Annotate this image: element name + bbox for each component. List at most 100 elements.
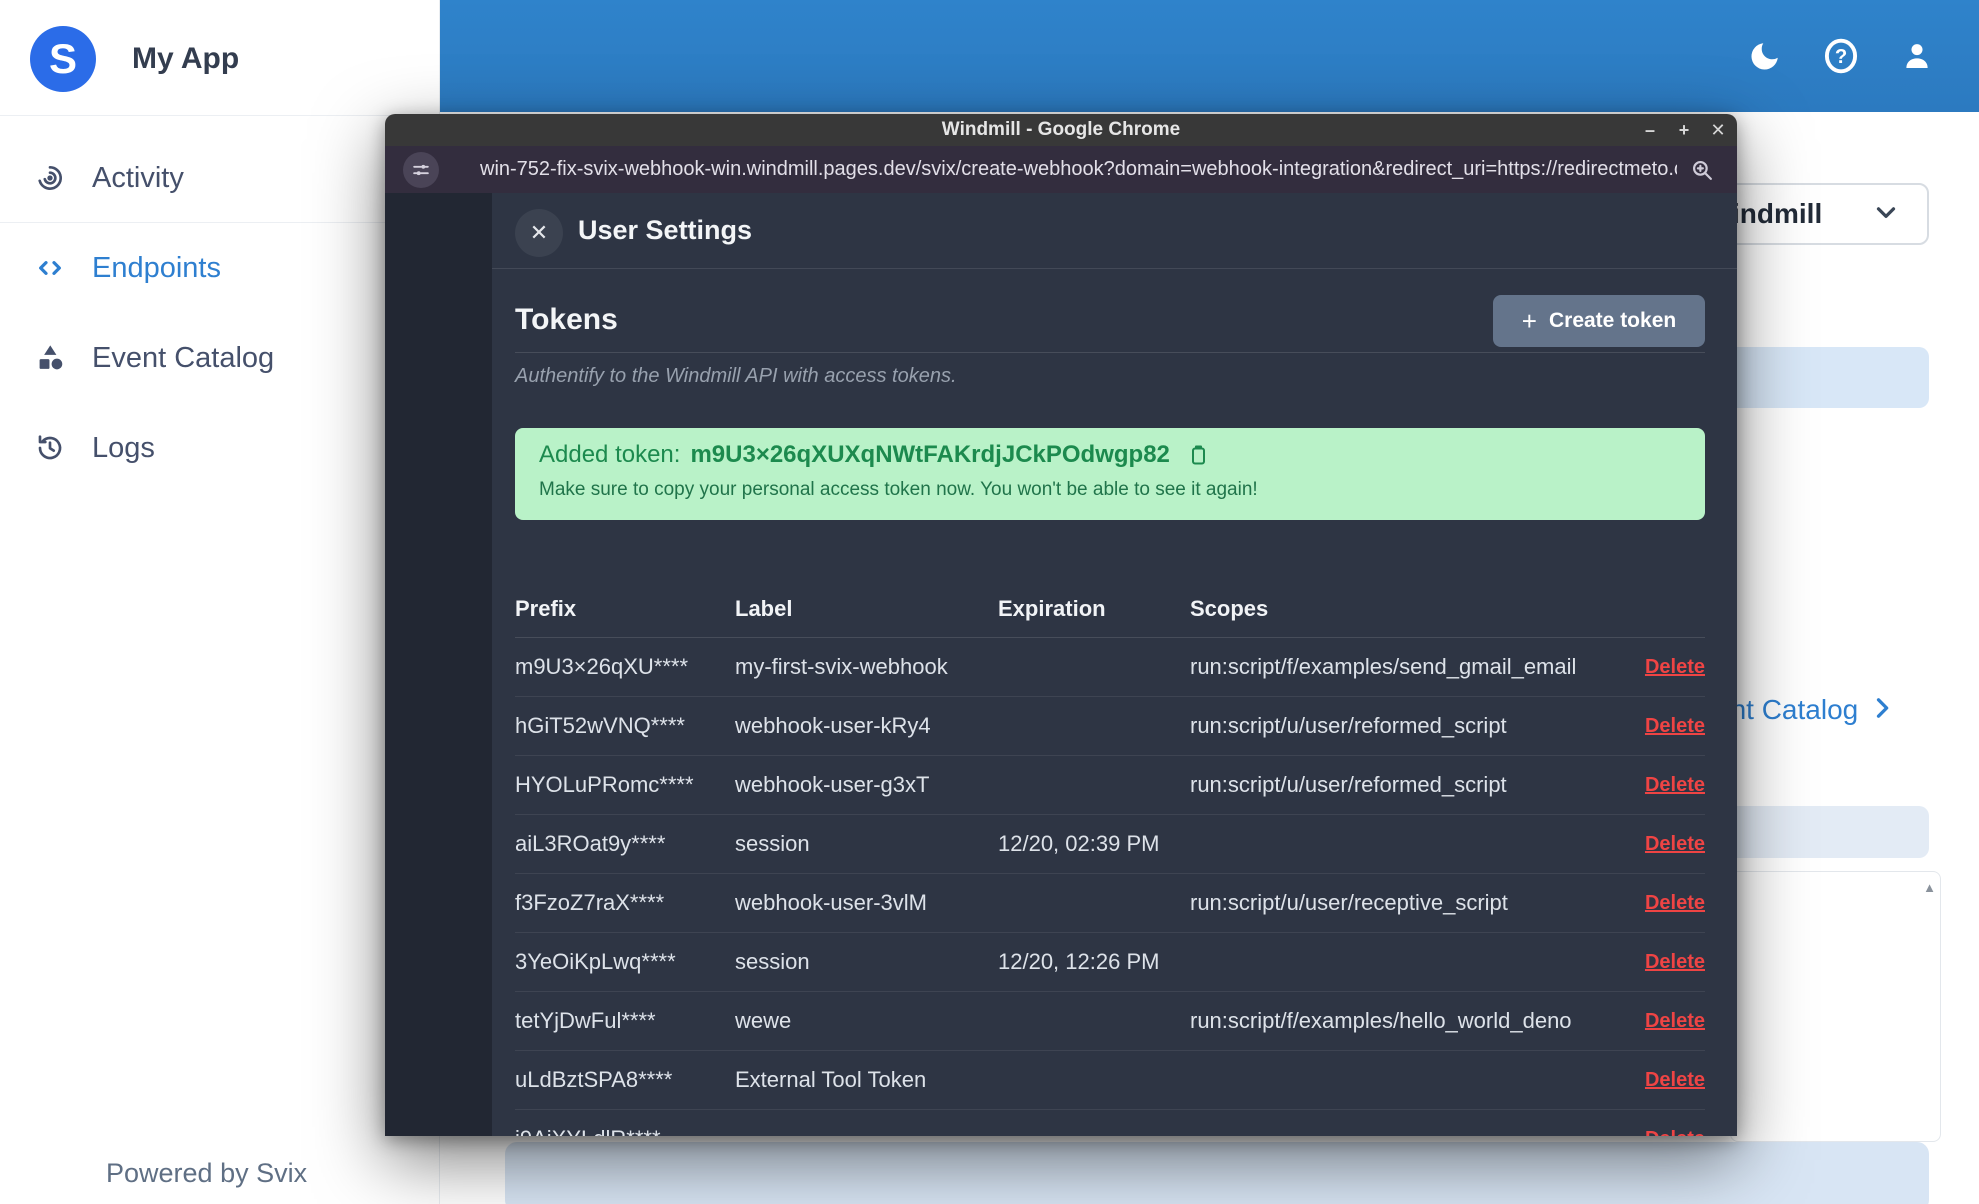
shapes-icon <box>34 342 66 374</box>
token-scopes: run:script/u/user/reformed_script <box>1190 713 1507 738</box>
token-scopes: run:script/f/examples/send_gmail_email <box>1190 654 1577 679</box>
chevron-right-icon <box>1868 694 1896 727</box>
token-value: m9U3×26qXUXqNWtFAKrdjJCkPOdwgp82 <box>690 441 1170 468</box>
drawer-title: User Settings <box>578 215 753 245</box>
table-row: hGiT52wVNQ**** webhook-user-kRy4 run:scr… <box>515 697 1705 756</box>
token-label: my-first-svix-webhook <box>735 654 948 679</box>
table-row: HYOLuPRomc**** webhook-user-g3xT run:scr… <box>515 756 1705 815</box>
token-prefix: f3FzoZ7raX**** <box>515 890 665 915</box>
sidebar: S My App Activity Endpoints Event Catalo… <box>0 0 440 1204</box>
window-title: Windmill - Google Chrome <box>941 119 1181 140</box>
divider <box>492 268 1737 269</box>
screen: S My App Activity Endpoints Event Catalo… <box>0 0 1979 1204</box>
table-row: uLdBztSPA8**** External Tool Token Delet… <box>515 1051 1705 1110</box>
token-copy-warning: Make sure to copy your personal access t… <box>539 479 1258 500</box>
token-prefix: HYOLuPRomc**** <box>515 772 694 797</box>
token-prefix: tetYjDwFul**** <box>515 1008 656 1033</box>
delete-token-link[interactable]: Delete <box>1645 1128 1705 1137</box>
table-body: m9U3×26qXU**** my-first-svix-webhook run… <box>515 638 1705 1136</box>
chevron-down-icon <box>1871 197 1901 232</box>
token-scopes: run:script/f/examples/hello_world_deno <box>1190 1008 1572 1033</box>
user-icon[interactable] <box>1899 38 1935 74</box>
tokens-table: Prefix Label Expiration Scopes m9U3×26qX… <box>515 580 1705 1136</box>
history-icon <box>34 432 66 464</box>
delete-token-link[interactable]: Delete <box>1645 1010 1705 1033</box>
delete-token-link[interactable]: Delete <box>1645 833 1705 856</box>
site-settings-icon[interactable] <box>403 152 439 188</box>
token-scopes: run:script/u/user/reformed_script <box>1190 772 1507 797</box>
table-row: i9AiXYLdlR**** ... Delete <box>515 1110 1705 1136</box>
scrollbar-up-arrow[interactable]: ▲ <box>1923 880 1936 895</box>
activity-icon <box>34 162 66 194</box>
maximize-button[interactable]: + <box>1672 118 1696 142</box>
token-prefix: aiL3ROat9y**** <box>515 831 666 856</box>
sidebar-item-label: Logs <box>92 431 155 464</box>
table-row: 3YeOiKpLwq**** session 12/20, 12:26 PM D… <box>515 933 1705 992</box>
powered-by-svix: Powered by Svix <box>106 1158 308 1188</box>
delete-token-link[interactable]: Delete <box>1645 715 1705 738</box>
code-brackets-icon <box>34 252 66 284</box>
dark-mode-moon-icon[interactable] <box>1747 38 1783 74</box>
header-prefix: Prefix <box>515 595 577 621</box>
token-label: webhook-user-kRy4 <box>735 713 931 738</box>
added-token-banner: Added token: m9U3×26qXUXqNWtFAKrdjJCkPOd… <box>515 428 1705 520</box>
create-token-button[interactable]: + Create token <box>1493 295 1705 347</box>
url-text[interactable]: win-752-fix-svix-webhook-win.windmill.pa… <box>480 146 1677 193</box>
table-header-row: Prefix Label Expiration Scopes <box>515 580 1705 638</box>
delete-token-link[interactable]: Delete <box>1645 951 1705 974</box>
token-label: session <box>735 831 810 856</box>
token-expiration: 12/20, 02:39 PM <box>998 831 1160 856</box>
delete-token-link[interactable]: Delete <box>1645 892 1705 915</box>
page-backdrop <box>385 193 492 1136</box>
delete-token-link[interactable]: Delete <box>1645 656 1705 679</box>
sidebar-item-logs[interactable]: Logs <box>0 412 440 484</box>
divider <box>515 352 1705 353</box>
token-label: webhook-user-3vlM <box>735 890 927 915</box>
header-expiration: Expiration <box>998 595 1106 621</box>
token-label: webhook-user-g3xT <box>735 772 930 797</box>
token-label: wewe <box>735 1008 792 1033</box>
token-prefix: i9AiXYLdlR**** <box>515 1126 735 1136</box>
sidebar-item-label: Endpoints <box>92 251 221 284</box>
event-catalog-link[interactable]: ent Catalog <box>1715 692 1896 728</box>
sidebar-item-endpoints[interactable]: Endpoints <box>0 232 440 304</box>
close-window-button[interactable]: ✕ <box>1706 118 1730 142</box>
background-banner <box>505 1142 1929 1204</box>
minimize-button[interactable]: – <box>1638 118 1662 142</box>
help-icon[interactable]: ? <box>1823 38 1859 74</box>
table-row: f3FzoZ7raX**** webhook-user-3vlM run:scr… <box>515 874 1705 933</box>
create-token-label: Create token <box>1548 309 1677 332</box>
window-controls: – + ✕ <box>1638 114 1730 146</box>
divider <box>0 115 439 116</box>
token-label: External Tool Token <box>735 1067 927 1092</box>
delete-token-link[interactable]: Delete <box>1645 774 1705 797</box>
table-row: m9U3×26qXU**** my-first-svix-webhook run… <box>515 638 1705 697</box>
header-label: Label <box>735 595 793 621</box>
token-expiration: 12/20, 12:26 PM <box>998 949 1160 974</box>
delete-token-link[interactable]: Delete <box>1645 1069 1705 1092</box>
zoom-search-icon[interactable] <box>1689 157 1715 183</box>
tokens-heading: Tokens <box>515 303 618 336</box>
close-icon[interactable]: ✕ <box>515 209 563 257</box>
app-name: My App <box>132 42 240 75</box>
token-prefix: m9U3×26qXU**** <box>515 654 689 679</box>
table-row: tetYjDwFul**** wewe run:script/f/example… <box>515 992 1705 1051</box>
token-label: session <box>735 949 810 974</box>
sidebar-item-event-catalog[interactable]: Event Catalog <box>0 322 440 394</box>
plus-icon: + <box>1521 306 1537 336</box>
svix-logo-icon: S <box>30 26 96 92</box>
settings-page: ✕ User Settings Tokens + Create token Au… <box>385 193 1737 1136</box>
background-panel: ▲ <box>1730 871 1941 1142</box>
token-scopes: run:script/u/user/receptive_script <box>1190 890 1508 915</box>
svg-text:?: ? <box>1835 46 1847 68</box>
copy-clipboard-icon[interactable] <box>1186 443 1210 467</box>
topbar: ? <box>440 0 1979 112</box>
chrome-window: Windmill - Google Chrome – + ✕ win-752-f… <box>385 114 1737 1136</box>
token-prefix: uLdBztSPA8**** <box>515 1067 673 1092</box>
header-scopes: Scopes <box>1190 595 1269 621</box>
divider <box>0 222 439 223</box>
table-row: aiL3ROat9y**** session 12/20, 02:39 PM D… <box>515 815 1705 874</box>
url-bar[interactable]: win-752-fix-svix-webhook-win.windmill.pa… <box>385 146 1737 193</box>
sidebar-item-activity[interactable]: Activity <box>0 142 440 214</box>
sidebar-item-label: Event Catalog <box>92 341 275 374</box>
